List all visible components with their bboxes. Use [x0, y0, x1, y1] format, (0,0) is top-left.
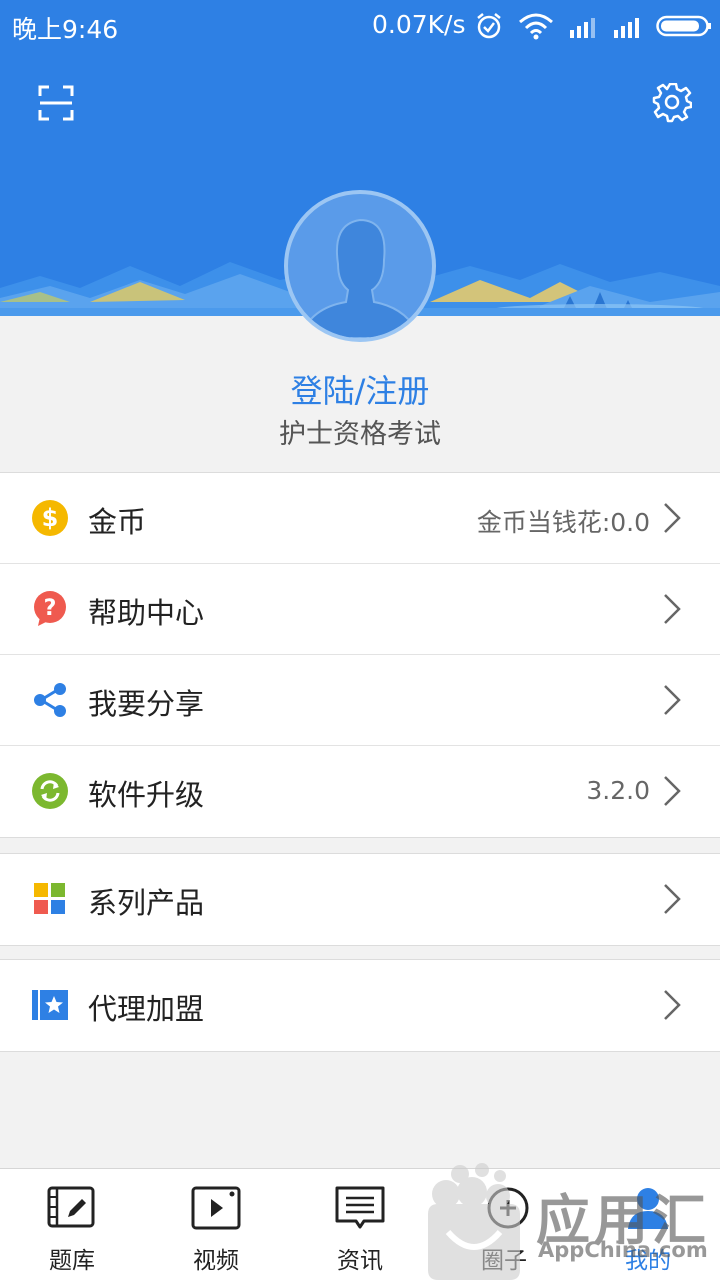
share-icon: [32, 682, 68, 718]
menu-item-label: 代理加盟: [88, 992, 205, 1026]
exam-name: 护士资格考试: [279, 419, 441, 450]
version-value: 3.2.0: [586, 776, 650, 805]
alarm-icon: [474, 11, 504, 41]
menu-item-label: 金币: [88, 505, 147, 539]
tab-label: 视频: [193, 1248, 239, 1274]
svg-text:?: ?: [44, 596, 57, 621]
question-bank-icon: [46, 1185, 98, 1231]
chevron-right-icon: [664, 685, 681, 715]
chevron-right-icon: [664, 776, 681, 806]
signal-icon: [612, 14, 644, 38]
menu-item-label: 帮助中心: [88, 596, 205, 630]
chevron-right-icon: [664, 594, 681, 624]
menu-group-agent: 代理加盟: [0, 959, 720, 1052]
tab-label: 圈子: [481, 1248, 527, 1274]
signal-icon: [568, 14, 600, 38]
menu-item-label: 系列产品: [88, 886, 205, 920]
circle-plus-icon: [478, 1185, 530, 1231]
status-bar: 晚上9:46 0.07K/s: [0, 0, 720, 52]
star-card-icon: [32, 987, 68, 1023]
refresh-icon: [32, 773, 68, 809]
login-register-link[interactable]: 登陆/注册: [0, 366, 720, 412]
wifi-icon: [518, 12, 554, 40]
question-bubble-icon: ?: [32, 591, 68, 627]
news-icon: [334, 1185, 386, 1231]
dollar-coin-icon: $: [32, 500, 68, 536]
tab-question-bank[interactable]: 题库: [0, 1169, 144, 1280]
tab-circle[interactable]: 圈子: [432, 1169, 576, 1280]
menu-item-label: 软件升级: [88, 778, 205, 812]
bottom-tab-bar: 题库 视频 资讯 圈子 我的: [0, 1168, 720, 1280]
tab-label: 我的: [625, 1248, 671, 1274]
chevron-right-icon: [664, 990, 681, 1020]
menu-item-series-products[interactable]: 系列产品: [0, 854, 720, 945]
grid-squares-icon: [34, 883, 70, 919]
tab-mine[interactable]: 我的: [576, 1169, 720, 1280]
menu-item-share[interactable]: 我要分享: [0, 655, 720, 746]
scan-icon: [38, 85, 74, 125]
status-network-speed: 0.07K/s: [372, 10, 466, 39]
menu-item-help-center[interactable]: ? 帮助中心: [0, 564, 720, 655]
user-avatar-icon: [288, 194, 432, 338]
menu-group-products: 系列产品: [0, 853, 720, 946]
tab-news[interactable]: 资讯: [288, 1169, 432, 1280]
svg-text:$: $: [42, 504, 59, 532]
tab-label: 资讯: [337, 1248, 383, 1274]
menu-item-agent-franchise[interactable]: 代理加盟: [0, 960, 720, 1051]
tab-label: 题库: [49, 1248, 95, 1274]
status-time: 晚上9:46: [12, 15, 119, 44]
chevron-right-icon: [664, 503, 681, 533]
gear-icon: [652, 82, 693, 127]
scan-button[interactable]: [28, 77, 84, 133]
profile-icon: [622, 1185, 674, 1231]
menu-item-coins[interactable]: $ 金币 金币当钱花:0.0: [0, 473, 720, 564]
video-icon: [190, 1185, 242, 1231]
settings-button[interactable]: [644, 77, 700, 133]
tab-video[interactable]: 视频: [144, 1169, 288, 1280]
battery-icon: [656, 14, 712, 38]
menu-group-account: $ 金币 金币当钱花:0.0 ? 帮助中心 我要分享 软件升级 3.2.0: [0, 472, 720, 838]
status-icons: [474, 8, 712, 44]
menu-item-software-update[interactable]: 软件升级 3.2.0: [0, 746, 720, 837]
chevron-right-icon: [664, 884, 681, 914]
menu-item-label: 我要分享: [88, 687, 205, 721]
avatar[interactable]: [284, 190, 436, 342]
coins-value: 金币当钱花:0.0: [476, 508, 650, 537]
